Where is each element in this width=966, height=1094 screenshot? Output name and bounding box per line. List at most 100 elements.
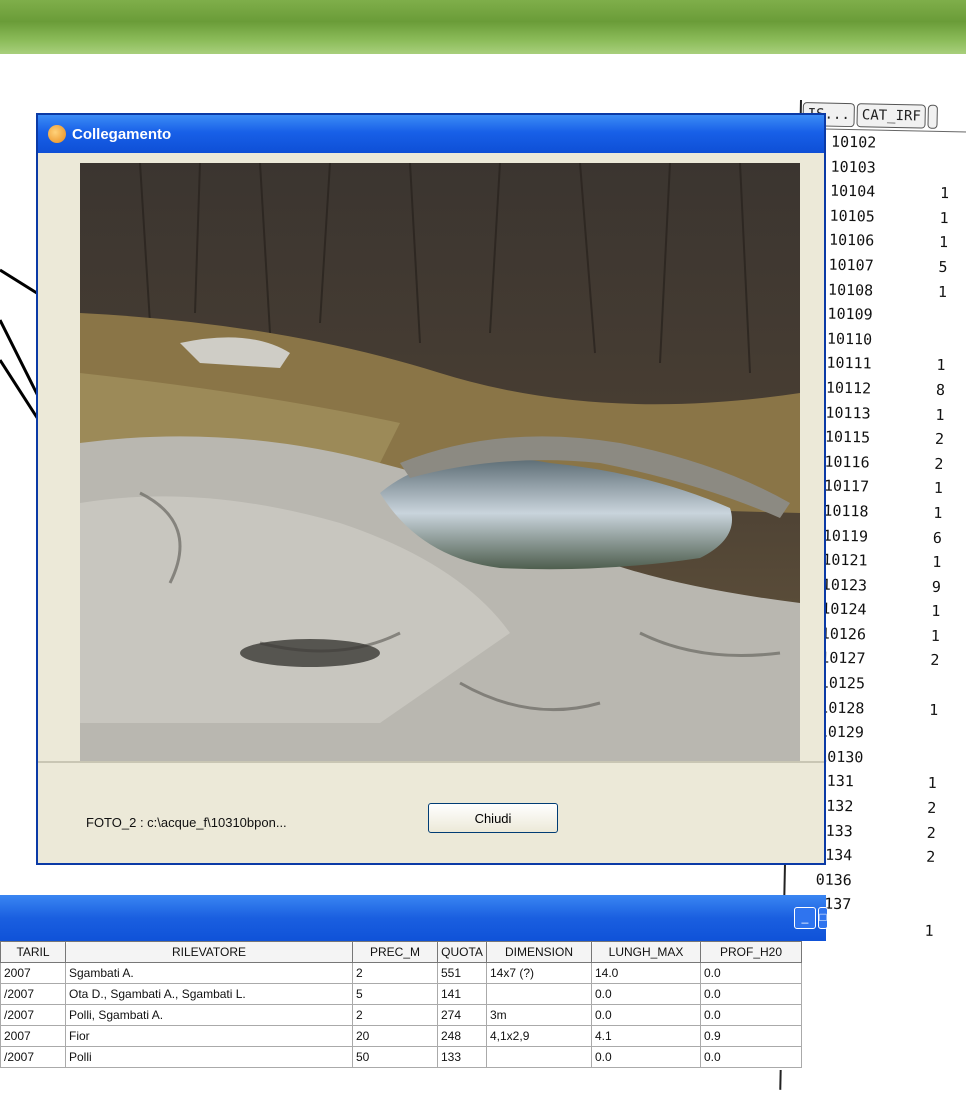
cell-next: 1 [935,405,944,423]
table-cell: 14x7 (?) [487,963,592,984]
cell-next: 1 [939,209,948,227]
table-cell: 551 [438,963,487,984]
right-table-header: IS... CAT_IRF [801,100,966,133]
table-row[interactable]: 2007Sgambati A.255114x7 (?)14.00.0 [1,963,802,984]
cell-cat-irf: 10129 [819,720,929,747]
table-row[interactable]: /2007Polli, Sgambati A.22743m0.00.0 [1,1005,802,1026]
table-cell: Ota D., Sgambati A., Sgambati L. [66,984,353,1005]
cell-cat-irf: 10109 [827,302,937,329]
table-cell: /2007 [1,984,66,1005]
cell-cat-irf: 10125 [820,671,930,698]
attribute-table-body: 2007Sgambati A.255114x7 (?)14.00.0/2007O… [1,963,802,1068]
pond-photo [80,163,800,761]
cell-cat-irf: 10118 [823,498,933,525]
table-cell: 274 [438,1005,487,1026]
cell-next: 2 [927,799,936,817]
app-icon [48,125,66,143]
table-cell: 0.0 [701,1005,802,1026]
cell-next: 2 [934,455,943,473]
cell-cat-irf: 0131 [817,769,927,796]
table-cell: Sgambati A. [66,963,353,984]
cell-next: 1 [940,184,949,202]
cell-next: 6 [933,528,942,546]
table-cell: Fior [66,1026,353,1047]
minimize-icon[interactable]: _ [794,907,816,929]
cell-cat-irf: 0133 [816,818,926,845]
table-row[interactable]: /2007Polli50133 0.00.0 [1,1047,802,1068]
cell-cat-irf: 10106 [829,228,939,255]
col-header-next[interactable] [928,105,939,129]
table-cell: 0.9 [701,1026,802,1047]
table-cell: 5 [353,984,438,1005]
cell-cat-irf: 10127 [820,646,930,673]
cell-cat-irf: 10107 [828,253,938,280]
cell-next: 1 [932,553,941,571]
cell-next: 2 [935,430,944,448]
table-cell: 0.0 [701,984,802,1005]
table-cell: 4.1 [592,1026,701,1047]
table-cell: 2007 [1,963,66,984]
table-cell: 50 [353,1047,438,1068]
col-header-rilevatore[interactable]: RILEVATORE [66,942,353,963]
maximize-icon[interactable]: □ [818,907,828,929]
table-cell: 0.0 [592,1005,701,1026]
cell-next: 2 [930,651,939,669]
col-header-dimension[interactable]: DIMENSION [487,942,592,963]
cell-next: 1 [939,233,948,251]
cell-cat-irf: 0134 [816,843,926,870]
collegamento-dialog: Collegamento [36,113,826,865]
table-cell: 0.0 [701,963,802,984]
cell-cat-irf: 0137 [815,892,925,919]
col-header-taril[interactable]: TARIL [1,942,66,963]
cell-cat-irf: 9 [814,916,924,943]
col-header-quota[interactable]: QUOTA [438,942,487,963]
cell-next: 1 [931,627,940,645]
cell-cat-irf: 10123 [822,572,932,599]
col-header-prof-h20[interactable]: PROF_H20 [701,942,802,963]
close-button[interactable]: Chiudi [428,803,558,833]
cell-next: 8 [936,381,945,399]
grass-background [0,0,966,54]
cell-cat-irf: 10115 [825,425,935,452]
cell-cat-irf: 10102 [831,130,941,157]
col-header-prec-m[interactable]: PREC_M [353,942,438,963]
table-cell: Polli, Sgambati A. [66,1005,353,1026]
table-cell: 2 [353,1005,438,1026]
table-cell: 248 [438,1026,487,1047]
table-window-titlebar[interactable]: _ □ [0,895,826,941]
cell-cat-irf: 10124 [821,597,931,624]
cell-cat-irf: 10126 [821,621,931,648]
table-row[interactable]: 2007Fior202484,1x2,94.10.9 [1,1026,802,1047]
dialog-title: Collegamento [72,126,171,143]
cell-cat-irf: 10130 [818,744,928,771]
cell-cat-irf: 10104 [830,179,940,206]
foto-path-label: FOTO_2 : c:\acque_f\10310bpon... [86,815,287,830]
attribute-table-window: _ □ TARIL RILEVATORE PREC_M QUOTA DIMENS… [0,895,826,1070]
cell-cat-irf: 10108 [828,277,938,304]
table-row[interactable]: /2007Ota D., Sgambati A., Sgambati L.514… [1,984,802,1005]
table-cell: /2007 [1,1047,66,1068]
table-cell: Polli [66,1047,353,1068]
cell-cat-irf: 10111 [826,351,936,378]
dialog-titlebar[interactable]: Collegamento [38,115,824,153]
cell-cat-irf: 10121 [822,548,932,575]
table-cell: 141 [438,984,487,1005]
col-header-cat-irf[interactable]: CAT_IRF [857,103,927,128]
cell-cat-irf: 0136 [815,867,925,894]
table-cell: 0.0 [701,1047,802,1068]
pond-photo-image [80,163,800,761]
table-cell: 133 [438,1047,487,1068]
cell-cat-irf: 10105 [829,203,939,230]
cell-next: 5 [938,258,947,276]
cell-cat-irf: 10103 [830,154,940,181]
table-cell: 14.0 [592,963,701,984]
cell-cat-irf: 10113 [825,400,935,427]
col-header-lungh-max[interactable]: LUNGH_MAX [592,942,701,963]
attribute-table: TARIL RILEVATORE PREC_M QUOTA DIMENSION … [0,941,802,1068]
table-cell: 4,1x2,9 [487,1026,592,1047]
cell-next: 1 [933,504,942,522]
cell-cat-irf: 10112 [826,376,936,403]
table-cell: 2007 [1,1026,66,1047]
table-cell: 0.0 [592,1047,701,1068]
table-cell: 0.0 [592,984,701,1005]
